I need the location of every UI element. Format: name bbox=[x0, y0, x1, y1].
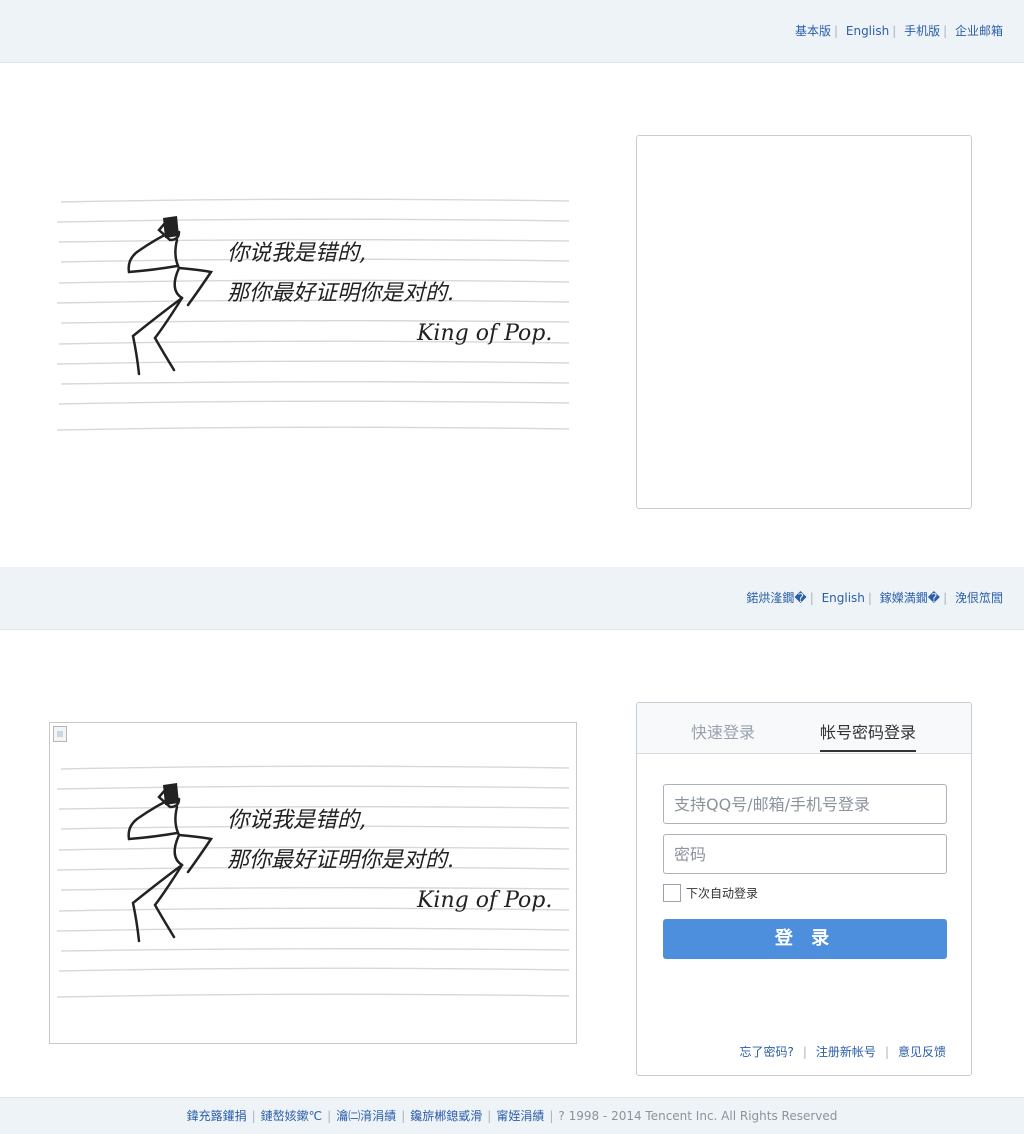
nav-mobile-version-link[interactable]: 手机版 bbox=[904, 24, 940, 38]
nav-link-2[interactable]: English bbox=[822, 591, 865, 605]
tab-password-login[interactable]: 帐号密码登录 bbox=[820, 719, 916, 743]
top-nav-bar: 基本版 | English | 手机版 | 企业邮箱 bbox=[0, 0, 1024, 63]
remember-me-label: 下次自动登录 bbox=[686, 886, 759, 901]
nav-link-3[interactable]: 鎵嬫満鐗� bbox=[880, 591, 940, 605]
copyright-text: ? 1998 - 2014 Tencent Inc. All Rights Re… bbox=[558, 1109, 838, 1123]
forgot-password-link[interactable]: 忘了密码? bbox=[740, 1045, 794, 1059]
footer-link-service[interactable]: 瀹㈡湇涓績 bbox=[336, 1109, 396, 1123]
password-field bbox=[663, 834, 947, 874]
nav-basic-version-link[interactable]: 基本版 bbox=[795, 24, 831, 38]
footer-link-terms[interactable]: 鏈嶅姟鏉℃ bbox=[261, 1109, 322, 1123]
footer-link-help[interactable]: 甯姪涓績 bbox=[496, 1109, 544, 1123]
login-button[interactable]: 登 录 bbox=[663, 919, 947, 959]
nav-english-link[interactable]: English bbox=[846, 24, 889, 38]
active-tab-indicator bbox=[820, 750, 916, 752]
quote-line-2-b: 那你最好证明你是对的. bbox=[227, 848, 454, 873]
page-footer: 鍏充簬鑵捐 | 鏈嶅姟鏉℃ | 瀹㈡湇涓績 | 鑱旂郴鎴戜滑 | 甯姪涓績 |? 1998 - 2… bbox=[0, 1097, 1024, 1134]
password-input[interactable] bbox=[664, 835, 946, 873]
quote-line-1-b: 你说我是错的, bbox=[227, 808, 366, 833]
username-field bbox=[663, 784, 947, 824]
king-of-pop-illustration-2: 你说我是错的, 那你最好证明你是对的. King of Pop. bbox=[49, 747, 577, 1017]
register-link[interactable]: 注册新帐号 bbox=[816, 1045, 876, 1059]
login-help-links: 忘了密码? | 注册新帐号 | 意见反馈 bbox=[739, 1045, 947, 1059]
remember-me-checkbox[interactable] bbox=[663, 884, 681, 902]
quote-signature-b: King of Pop. bbox=[416, 888, 552, 913]
tab-quick-login[interactable]: 快速登录 bbox=[691, 719, 755, 743]
top-nav-bar-duplicate: 鍩烘湰鐗� | English | 鎵嬫満鐗� | 浼佷笟閭 bbox=[0, 567, 1024, 630]
login-frame-empty bbox=[636, 135, 972, 509]
nav-link-4[interactable]: 浼佷笟閭 bbox=[955, 591, 1003, 605]
login-tabs: 快速登录 帐号密码登录 bbox=[637, 703, 971, 754]
footer-link-about[interactable]: 鍏充簬鑵捐 bbox=[187, 1109, 247, 1123]
top-nav-links-garbled: 鍩烘湰鐗� | English | 鎵嬫満鐗� | 浼佷笟閭 bbox=[746, 591, 1003, 605]
king-of-pop-illustration: 你说我是错的, 那你最好证明你是对的. King of Pop. bbox=[49, 180, 577, 450]
username-input[interactable] bbox=[664, 785, 946, 823]
footer-link-contact[interactable]: 鑱旂郴鎴戜滑 bbox=[410, 1109, 482, 1123]
nav-enterprise-mail-link[interactable]: 企业邮箱 bbox=[955, 24, 1003, 38]
login-panel: 快速登录 帐号密码登录 下次自动登录 登 录 忘了密码?|注册新帐号|意见反馈 bbox=[636, 702, 972, 1076]
feedback-link[interactable]: 意见反馈 bbox=[898, 1045, 946, 1059]
broken-image-icon bbox=[53, 726, 67, 742]
quote-line-2: 那你最好证明你是对的. bbox=[227, 281, 454, 306]
quote-line-1: 你说我是错的, bbox=[227, 241, 366, 266]
quote-signature: King of Pop. bbox=[416, 321, 552, 346]
top-nav-links: 基本版 | English | 手机版 | 企业邮箱 bbox=[794, 24, 1003, 38]
remember-me-option[interactable]: 下次自动登录 bbox=[663, 884, 758, 902]
nav-link-1[interactable]: 鍩烘湰鐗� bbox=[746, 591, 806, 605]
